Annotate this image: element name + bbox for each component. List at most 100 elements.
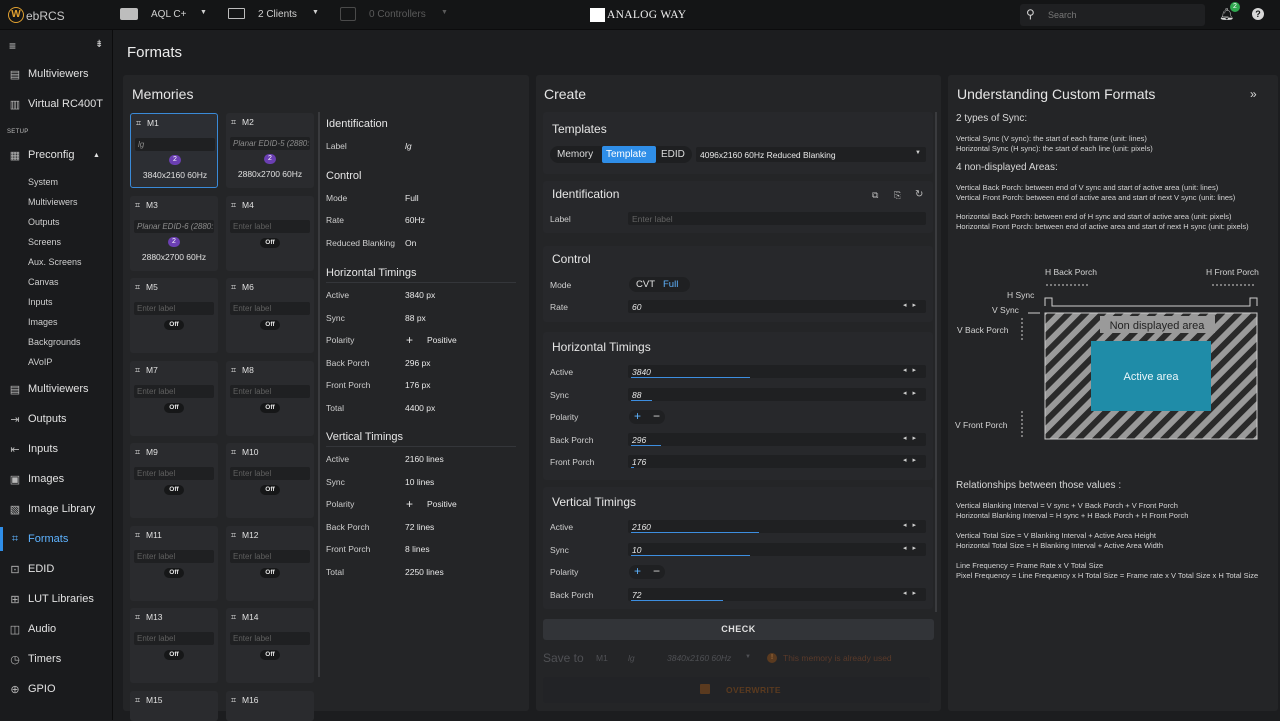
create-scrollbar[interactable] bbox=[935, 112, 937, 612]
chevron-down-icon[interactable]: ▼ bbox=[312, 9, 319, 16]
device-selector[interactable]: AQL C+ bbox=[151, 9, 186, 20]
memory-label-field[interactable]: Planar EDID-6 (2880: bbox=[134, 219, 214, 233]
memory-card-m5[interactable]: ⌗ M5 Enter label Off bbox=[130, 278, 218, 353]
memory-card-m12[interactable]: ⌗ M12 Enter label Off bbox=[226, 525, 314, 601]
memory-label-field[interactable]: Enter label bbox=[230, 467, 310, 480]
search-input[interactable]: Search bbox=[1048, 10, 1077, 20]
polarity-toggle[interactable]: + − bbox=[629, 409, 665, 424]
create-timing-field[interactable]: 296 ◂▸ bbox=[628, 432, 926, 446]
memory-label-field[interactable]: Enter label bbox=[230, 632, 310, 645]
sidebar-sub-images[interactable]: Images bbox=[28, 317, 58, 327]
tab-memory[interactable]: Memory bbox=[557, 149, 593, 160]
plus-icon[interactable]: + bbox=[634, 409, 641, 423]
memory-card-m13[interactable]: ⌗ M13 Enter label Off bbox=[130, 608, 218, 683]
sidebar-item-images[interactable]: ▣ Images bbox=[0, 467, 113, 491]
sidebar-item-audio[interactable]: ◫ Audio bbox=[0, 617, 113, 641]
sidebar-sub-outputs[interactable]: Outputs bbox=[28, 217, 60, 227]
sidebar-item-edid[interactable]: ⊡ EDID bbox=[0, 557, 113, 581]
create-timing-field[interactable]: 72 ◂▸ bbox=[628, 587, 926, 601]
memory-card-m16[interactable]: ⌗ M16 bbox=[226, 690, 314, 721]
memory-label-field[interactable]: lg bbox=[135, 138, 215, 151]
chevron-down-icon[interactable]: ▼ bbox=[745, 654, 751, 660]
memory-card-m10[interactable]: ⌗ M10 Enter label Off bbox=[226, 443, 314, 518]
mode-full[interactable]: Full bbox=[663, 279, 678, 290]
sidebar-item-inputs[interactable]: ⇤ Inputs bbox=[0, 437, 113, 461]
sidebar-item-gpio[interactable]: ⊕ GPIO bbox=[0, 677, 113, 701]
sidebar-item-image-library[interactable]: ▧ Image Library bbox=[0, 497, 113, 521]
create-timing-field[interactable]: 10 ◂▸ bbox=[628, 542, 926, 556]
stepper-arrows-icon[interactable]: ◂▸ bbox=[903, 521, 922, 529]
sidebar-item-timers[interactable]: ◷ Timers bbox=[0, 647, 113, 671]
sidebar-sub-system[interactable]: System bbox=[28, 177, 58, 187]
sidebar-item-multiviewers-2[interactable]: ▤ Multiviewers bbox=[0, 377, 113, 401]
overwrite-button[interactable]: OVERWRITE bbox=[543, 677, 930, 703]
memory-label-field[interactable]: Enter label bbox=[230, 219, 310, 233]
stepper-arrows-icon[interactable]: ◂▸ bbox=[903, 434, 922, 442]
minus-icon[interactable]: − bbox=[653, 409, 660, 423]
stepper-arrows-icon[interactable]: ◂▸ bbox=[903, 544, 922, 552]
memory-label-field[interactable]: Enter label bbox=[230, 302, 310, 315]
memory-card-m4[interactable]: ⌗ M4 Enter label Off bbox=[226, 195, 314, 271]
stepper-arrows-icon[interactable]: ◂▸ bbox=[903, 589, 922, 597]
clients-selector[interactable]: 2 Clients bbox=[258, 9, 297, 20]
paste-icon[interactable]: ⎘ bbox=[894, 190, 901, 201]
memories-scrollbar[interactable] bbox=[318, 112, 320, 677]
memory-label-field[interactable]: Enter label bbox=[230, 549, 310, 563]
memory-card-m1[interactable]: ⌗ M1 lg 2 3840x2160 60Hz bbox=[130, 113, 218, 188]
minus-icon[interactable]: − bbox=[653, 564, 660, 578]
save-to-memory[interactable]: M1 bbox=[596, 653, 608, 663]
mode-toggle[interactable]: CVT Full bbox=[629, 277, 690, 292]
sidebar-sub-multiviewers[interactable]: Multiviewers bbox=[28, 197, 78, 207]
copy-icon[interactable]: ⧉ bbox=[872, 190, 878, 201]
sidebar-item-multiviewers[interactable]: ▤ Multiviewers bbox=[0, 62, 113, 86]
sidebar-sub-inputs[interactable]: Inputs bbox=[28, 297, 53, 307]
memory-card-m11[interactable]: ⌗ M11 Enter label Off bbox=[130, 525, 218, 601]
sidebar-item-lut-libraries[interactable]: ⊞ LUT Libraries bbox=[0, 587, 113, 611]
memory-label-field[interactable]: Enter label bbox=[134, 549, 214, 563]
sidebar-item-virtual-rc400t[interactable]: ▥ Virtual RC400T bbox=[0, 92, 113, 116]
create-timing-field[interactable]: 176 ◂▸ bbox=[628, 455, 926, 468]
memory-card-m15[interactable]: ⌗ M15 bbox=[130, 690, 218, 721]
memory-card-m8[interactable]: ⌗ M8 Enter label Off bbox=[226, 360, 314, 436]
save-to-label-value[interactable]: lg bbox=[628, 653, 635, 663]
template-select[interactable]: 4096x2160 60Hz Reduced Blanking ▼ bbox=[696, 147, 926, 162]
reset-icon[interactable]: ↻ bbox=[915, 189, 923, 200]
sidebar-sub-canvas[interactable]: Canvas bbox=[28, 277, 59, 287]
tab-template[interactable]: Template bbox=[606, 149, 647, 160]
check-button[interactable]: CHECK bbox=[543, 619, 934, 640]
stepper-arrows-icon[interactable]: ◂▸ bbox=[903, 366, 922, 374]
collapse-panel-icon[interactable]: » bbox=[1250, 87, 1257, 101]
sidebar-sub-screens[interactable]: Screens bbox=[28, 237, 61, 247]
memory-label-field[interactable]: Enter label bbox=[134, 632, 214, 645]
search-box[interactable]: ⚲ Search bbox=[1020, 4, 1205, 26]
create-timing-field[interactable]: 88 ◂▸ bbox=[628, 387, 926, 401]
chevron-down-icon[interactable]: ▼ bbox=[200, 9, 207, 16]
save-to-format[interactable]: 3840x2160 60Hz bbox=[667, 653, 731, 663]
sidebar-sub-backgrounds[interactable]: Backgrounds bbox=[28, 337, 81, 347]
create-rate-field[interactable]: 60 ◂▸ bbox=[628, 300, 926, 313]
sidebar-item-formats[interactable]: ⌗ Formats bbox=[0, 527, 113, 551]
controllers-selector[interactable]: 0 Controllers bbox=[369, 9, 426, 20]
sidebar-sub-aux-screens[interactable]: Aux. Screens bbox=[28, 257, 82, 267]
memory-card-m3[interactable]: ⌗ M3 Planar EDID-6 (2880: 2 2880x2700 60Hz bbox=[130, 195, 218, 271]
plus-icon[interactable]: + bbox=[634, 564, 641, 578]
tab-edid[interactable]: EDID bbox=[661, 149, 685, 160]
memory-label-field[interactable]: Enter label bbox=[134, 384, 214, 398]
create-timing-field[interactable]: 3840 ◂▸ bbox=[628, 365, 926, 378]
sidebar-item-outputs[interactable]: ⇥ Outputs bbox=[0, 407, 113, 431]
help-icon[interactable]: ? bbox=[1252, 8, 1264, 20]
chevron-down-icon[interactable]: ▼ bbox=[441, 9, 448, 16]
mode-cvt[interactable]: CVT bbox=[636, 279, 655, 290]
stepper-arrows-icon[interactable]: ◂▸ bbox=[903, 389, 922, 397]
menu-icon[interactable]: ≡ bbox=[9, 39, 16, 53]
memory-label-field[interactable]: Planar EDID-5 (2880: bbox=[230, 137, 310, 150]
memory-card-m6[interactable]: ⌗ M6 Enter label Off bbox=[226, 278, 314, 353]
collapse-icon[interactable]: ⇟ bbox=[95, 39, 103, 50]
memory-card-m7[interactable]: ⌗ M7 Enter label Off bbox=[130, 360, 218, 436]
stepper-arrows-icon[interactable]: ◂▸ bbox=[903, 456, 922, 464]
sidebar-sub-avoip[interactable]: AVoIP bbox=[28, 357, 52, 367]
stepper-arrows-icon[interactable]: ◂▸ bbox=[903, 301, 922, 309]
create-label-field[interactable]: Enter label bbox=[628, 212, 926, 225]
memory-label-field[interactable]: Enter label bbox=[134, 302, 214, 315]
create-timing-field[interactable]: 2160 ◂▸ bbox=[628, 520, 926, 533]
